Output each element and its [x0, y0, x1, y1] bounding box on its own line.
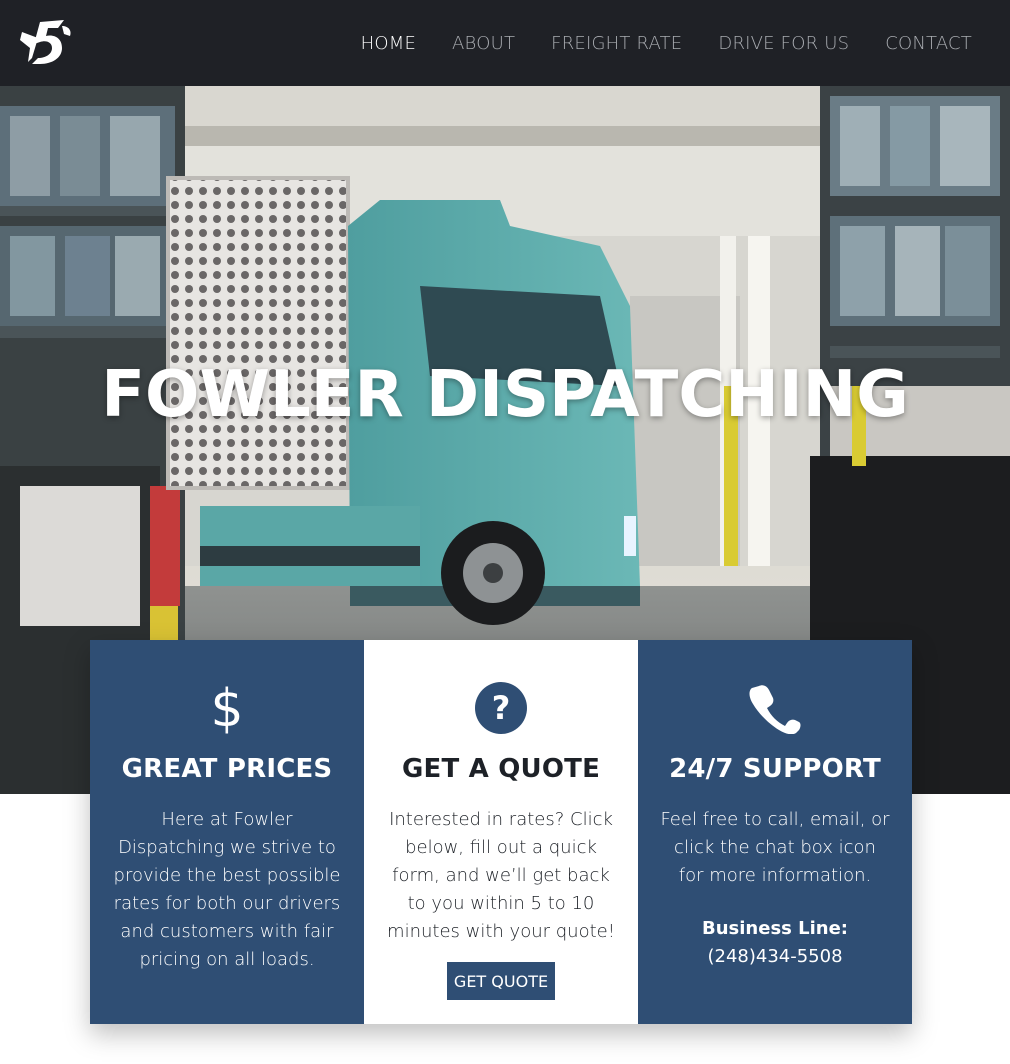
- business-line-label: Business Line:: [702, 918, 848, 939]
- card-text: Here at Fowler Dispatching we strive to …: [113, 809, 341, 970]
- svg-text:$: $: [210, 680, 243, 736]
- main-nav: HOME ABOUT FREIGHT RATE DRIVE FOR US CON…: [361, 0, 972, 86]
- feature-cards: $ GREAT PRICES Here at Fowler Dispatchin…: [90, 640, 912, 1024]
- get-quote-button[interactable]: GET QUOTE: [447, 962, 555, 1000]
- card-title: GREAT PRICES: [121, 754, 333, 784]
- business-phone[interactable]: (248)434-5508: [638, 946, 912, 967]
- dollar-icon: $: [90, 680, 364, 736]
- card-text: Interested in rates? Click below, fill o…: [387, 809, 615, 942]
- card-title: GET A QUOTE: [401, 754, 601, 784]
- phone-icon: [638, 680, 912, 736]
- card-great-prices: $ GREAT PRICES Here at Fowler Dispatchin…: [90, 640, 364, 1024]
- nav-drive-for-us[interactable]: DRIVE FOR US: [718, 33, 849, 54]
- card-get-a-quote: ? GET A QUOTE Interested in rates? Click…: [364, 640, 638, 1024]
- svg-text:?: ?: [492, 689, 511, 727]
- nav-freight-rate[interactable]: FREIGHT RATE: [551, 33, 682, 54]
- nav-home[interactable]: HOME: [361, 33, 416, 54]
- nav-contact[interactable]: CONTACT: [885, 33, 972, 54]
- question-circle-icon: ?: [364, 680, 638, 736]
- site-header: HOME ABOUT FREIGHT RATE DRIVE FOR US CON…: [0, 0, 1010, 86]
- card-support: 24/7 SUPPORT Feel free to call, email, o…: [638, 640, 912, 1024]
- hero-title: FOWLER DISPATCHING: [101, 358, 909, 432]
- card-title: 24/7 SUPPORT: [669, 754, 881, 784]
- card-text: Feel free to call, email, or click the c…: [660, 809, 890, 886]
- nav-about[interactable]: ABOUT: [452, 33, 515, 54]
- fowler-logo-icon[interactable]: [18, 18, 72, 68]
